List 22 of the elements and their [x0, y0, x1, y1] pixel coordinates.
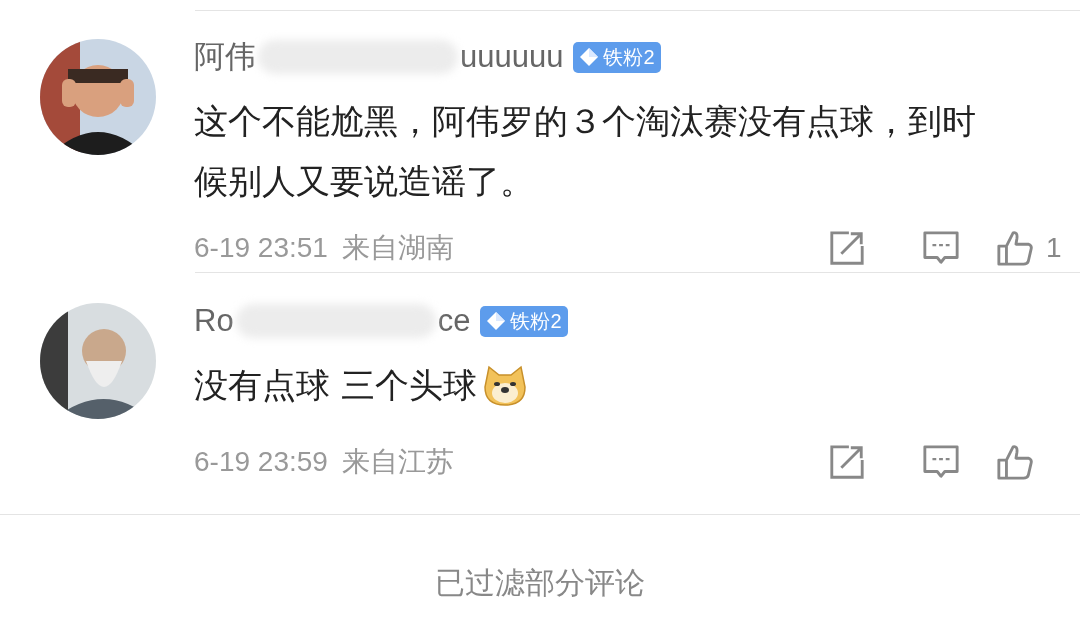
- diamond-icon: [486, 311, 507, 331]
- thumbs-up-icon[interactable]: [996, 229, 1034, 267]
- filtered-comments-note: 已过滤部分评论: [434, 564, 646, 602]
- diamond-icon: [579, 47, 600, 67]
- user-name[interactable]: Ro: [194, 303, 234, 339]
- thumbs-up-icon[interactable]: [996, 443, 1034, 481]
- fan-badge: 铁粉2: [573, 41, 661, 73]
- fan-badge: 铁粉2: [480, 305, 568, 337]
- comment-time: 6-19 23:59: [194, 446, 328, 478]
- comment-text: 没有点球 三个头球: [194, 364, 477, 407]
- comment-time: 6-19 23:51: [194, 232, 328, 264]
- share-icon[interactable]: [828, 443, 866, 481]
- user-name[interactable]: 阿伟: [194, 36, 256, 78]
- like-count: 1: [1046, 232, 1062, 264]
- comment-location: 来自湖南: [341, 231, 454, 265]
- user-name[interactable]: ce: [437, 303, 471, 339]
- comment-text: 这个不能尬黑，阿伟罗的３个淘汰赛没有点球，到时候别人又要说造谣了。: [194, 100, 977, 203]
- user-name[interactable]: uuuuuu: [460, 39, 564, 75]
- comment-icon[interactable]: [922, 443, 960, 481]
- comment-location: 来自江苏: [341, 445, 454, 479]
- comment-icon[interactable]: [922, 229, 960, 267]
- share-icon[interactable]: [828, 229, 866, 267]
